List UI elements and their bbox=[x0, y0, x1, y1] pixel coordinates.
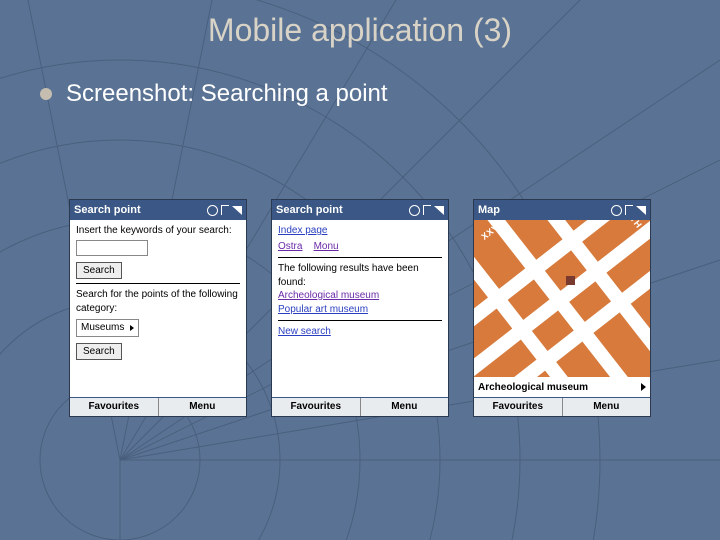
phone-search-results: Search point Index page Ostra Monu The f… bbox=[272, 200, 448, 416]
keyword-input[interactable] bbox=[76, 240, 148, 256]
globe-icon bbox=[611, 205, 622, 216]
results-label: The following results have been found: bbox=[278, 262, 442, 289]
battery-icon bbox=[625, 205, 633, 215]
softkey-menu[interactable]: Menu bbox=[562, 398, 651, 416]
softkey-menu[interactable]: Menu bbox=[360, 398, 449, 416]
result-archeological[interactable]: Archeological museum bbox=[278, 290, 379, 301]
phone-search-form: Search point Insert the keywords of your… bbox=[70, 200, 246, 416]
bullet-text: Screenshot: Searching a point bbox=[66, 80, 388, 108]
phone-map: Map XXVI KOSTH Archeologi bbox=[474, 200, 650, 416]
bullet-dot-icon bbox=[40, 88, 52, 100]
keyword-prompt: Insert the keywords of your search: bbox=[76, 224, 240, 238]
map-poi-icon[interactable] bbox=[566, 276, 575, 285]
index-link[interactable]: Index page bbox=[278, 225, 328, 236]
dropdown-arrow-icon bbox=[130, 325, 134, 331]
map-canvas[interactable]: XXVI KOSTH bbox=[474, 220, 650, 377]
category-prompt: Search for the points of the following c… bbox=[76, 288, 240, 315]
signal-icon bbox=[636, 206, 646, 215]
phone-a-title: Search point bbox=[74, 204, 141, 216]
status-icons bbox=[409, 205, 444, 216]
result-popular-art[interactable]: Popular art museum bbox=[278, 304, 368, 315]
slide-title: Mobile application (3) bbox=[0, 12, 720, 49]
search-category-button[interactable]: Search bbox=[76, 343, 122, 361]
map-place-text: Archeological museum bbox=[478, 382, 588, 393]
softkey-favourites[interactable]: Favourites bbox=[70, 398, 158, 416]
breadcrumb-ostra[interactable]: Ostra bbox=[278, 241, 302, 252]
globe-icon bbox=[207, 205, 218, 216]
softkey-favourites[interactable]: Favourites bbox=[272, 398, 360, 416]
phone-c-title: Map bbox=[478, 204, 500, 216]
softkey-menu[interactable]: Menu bbox=[158, 398, 247, 416]
category-value: Museums bbox=[81, 321, 124, 335]
signal-icon bbox=[434, 206, 444, 215]
breadcrumb-monu[interactable]: Monu bbox=[314, 241, 339, 252]
battery-icon bbox=[221, 205, 229, 215]
softkey-favourites[interactable]: Favourites bbox=[474, 398, 562, 416]
globe-icon bbox=[409, 205, 420, 216]
category-select[interactable]: Museums bbox=[76, 319, 139, 337]
chevron-right-icon bbox=[641, 383, 646, 391]
battery-icon bbox=[423, 205, 431, 215]
status-icons bbox=[611, 205, 646, 216]
new-search-link[interactable]: New search bbox=[278, 326, 331, 337]
status-icons bbox=[207, 205, 242, 216]
signal-icon bbox=[232, 206, 242, 215]
phone-b-title: Search point bbox=[276, 204, 343, 216]
search-button[interactable]: Search bbox=[76, 262, 122, 280]
map-place-label[interactable]: Archeological museum bbox=[474, 377, 650, 397]
